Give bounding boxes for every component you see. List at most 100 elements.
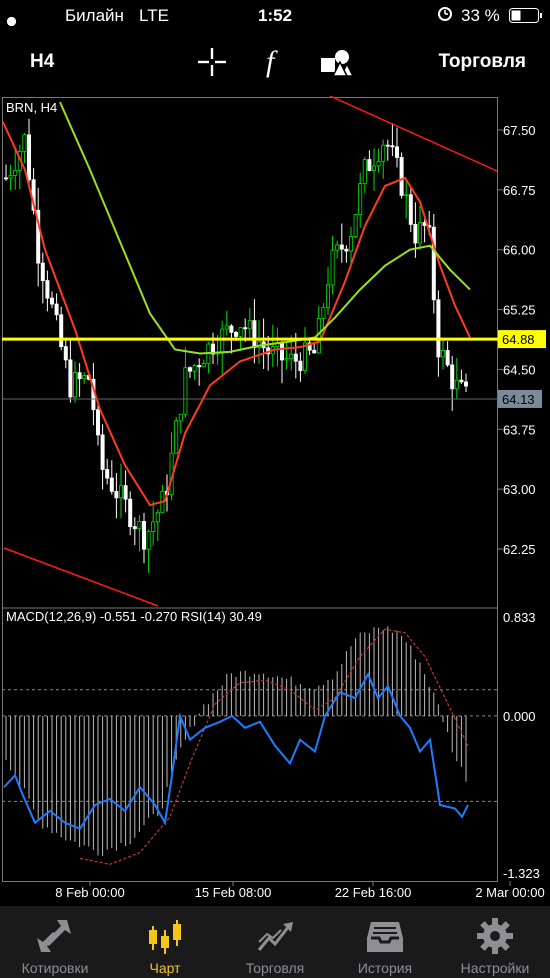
history-tray-icon — [367, 922, 403, 952]
macd-tick-label: -1.323 — [503, 866, 540, 881]
candle-body — [238, 327, 243, 337]
tab-quotes[interactable]: Котировки — [0, 906, 110, 978]
battery-percent: 33 % — [461, 6, 500, 25]
level-price-label: 64.88 — [502, 332, 535, 347]
chart-toolbar: H4 f Торговля — [0, 32, 550, 96]
price-tick-label: 63.00 — [503, 482, 536, 497]
candle-body — [224, 325, 229, 330]
candle-body — [197, 365, 202, 368]
symbol-label: BRN, H4 — [6, 100, 57, 115]
candle-body — [100, 434, 105, 470]
candle-body — [330, 249, 335, 286]
tab-settings[interactable]: Настройки — [440, 906, 550, 978]
chart-area[interactable]: 67.50 66.75 66.00 65.25 64.50 63.75 63.00 62.25… — [0, 95, 550, 906]
candle-body — [40, 262, 45, 281]
price-tick-label: 64.50 — [503, 362, 536, 377]
candle-body — [201, 363, 206, 368]
trade-chart-icon — [257, 922, 293, 951]
candle-body — [50, 297, 55, 305]
tab-label: Торговля — [245, 960, 305, 976]
price-chart[interactable]: 67.50 66.75 66.00 65.25 64.50 63.75 63.00 62.25… — [0, 95, 550, 906]
candle-body — [413, 223, 418, 244]
candle-body — [8, 174, 13, 179]
candle-body — [233, 331, 238, 337]
candle-body — [178, 413, 183, 422]
indicator-label: MACD(12,26,9) -0.551 -0.270 RSI(14) 30.4… — [6, 609, 262, 624]
candle-body — [229, 325, 234, 333]
candle-body — [119, 485, 124, 499]
candle-body — [445, 350, 450, 366]
candle-body — [394, 146, 399, 158]
candle-body — [252, 320, 257, 348]
candle-body — [220, 328, 225, 354]
candle-body — [293, 353, 298, 362]
price-tick-label: 63.75 — [503, 422, 536, 437]
candle-body — [381, 144, 386, 162]
candle-body — [339, 244, 344, 250]
candle-body — [436, 299, 441, 358]
candle-body — [459, 379, 464, 383]
candle-body — [325, 284, 330, 308]
candle-body — [146, 531, 151, 550]
candle-body — [105, 469, 110, 479]
candle-body — [289, 353, 294, 359]
price-tick-label: 66.75 — [503, 183, 536, 198]
candle-body — [302, 342, 307, 372]
alarm-icon — [437, 5, 453, 26]
time-tick-label: 2 Mar 00:00 — [475, 885, 544, 900]
candle-body — [243, 327, 248, 330]
candle-body — [284, 358, 289, 361]
crosshair-icon[interactable] — [196, 46, 228, 83]
candle-body — [353, 214, 358, 237]
trading-button[interactable]: Торговля — [439, 51, 526, 73]
timeframe-button[interactable]: H4 — [30, 51, 54, 73]
network-type: LTE — [139, 6, 169, 25]
candle-body — [404, 194, 409, 197]
candle-body — [348, 236, 353, 252]
candle-body — [399, 157, 404, 196]
candle-body — [454, 379, 459, 390]
candle-body — [192, 365, 197, 372]
time-tick-label: 22 Feb 16:00 — [335, 885, 412, 900]
candle-body — [59, 314, 64, 348]
clock: 1:52 — [258, 6, 293, 25]
candle-body — [344, 248, 349, 252]
candle-body — [440, 350, 445, 358]
tab-trade[interactable]: Торговля — [220, 906, 330, 978]
macd-tick-label: 0.833 — [503, 610, 536, 625]
price-tick-label: 62.25 — [503, 542, 536, 557]
candle-body — [82, 375, 87, 380]
carrier-name: Билайн — [65, 6, 124, 25]
quotes-arrows-icon — [37, 920, 71, 952]
objects-shapes-icon[interactable] — [320, 48, 355, 83]
candle-body — [45, 280, 50, 299]
candle-body — [73, 372, 78, 398]
candle-body — [123, 485, 128, 500]
current-price-label: 64.13 — [502, 392, 535, 407]
candle-body — [417, 222, 422, 244]
candle-body — [63, 346, 68, 361]
tab-chart[interactable]: Чарт — [110, 906, 220, 978]
candle-body — [367, 159, 372, 172]
candle-body — [174, 420, 179, 454]
candle-body — [463, 381, 468, 387]
candle-body — [298, 360, 303, 372]
status-bar: Билайн LTE 1:52 33 % — [0, 0, 550, 32]
candle-body — [187, 367, 192, 372]
tab-label: Чарт — [149, 960, 181, 976]
candle-body — [408, 194, 413, 225]
tab-bar: Котировки Чарт Торговля История Настройк… — [0, 906, 550, 978]
candle-body — [183, 367, 188, 415]
tab-history[interactable]: История — [330, 906, 440, 978]
price-tick-label: 65.25 — [503, 303, 536, 318]
battery-icon — [509, 8, 543, 29]
candle-body — [371, 165, 376, 172]
candle-body — [312, 349, 317, 354]
indicators-function-icon[interactable]: f — [263, 45, 287, 84]
candle-body — [431, 226, 436, 301]
candle-body — [109, 477, 114, 492]
candle-body — [128, 498, 133, 528]
candle-body — [4, 177, 9, 180]
candle-body — [26, 134, 31, 181]
time-tick-label: 8 Feb 00:00 — [55, 885, 124, 900]
